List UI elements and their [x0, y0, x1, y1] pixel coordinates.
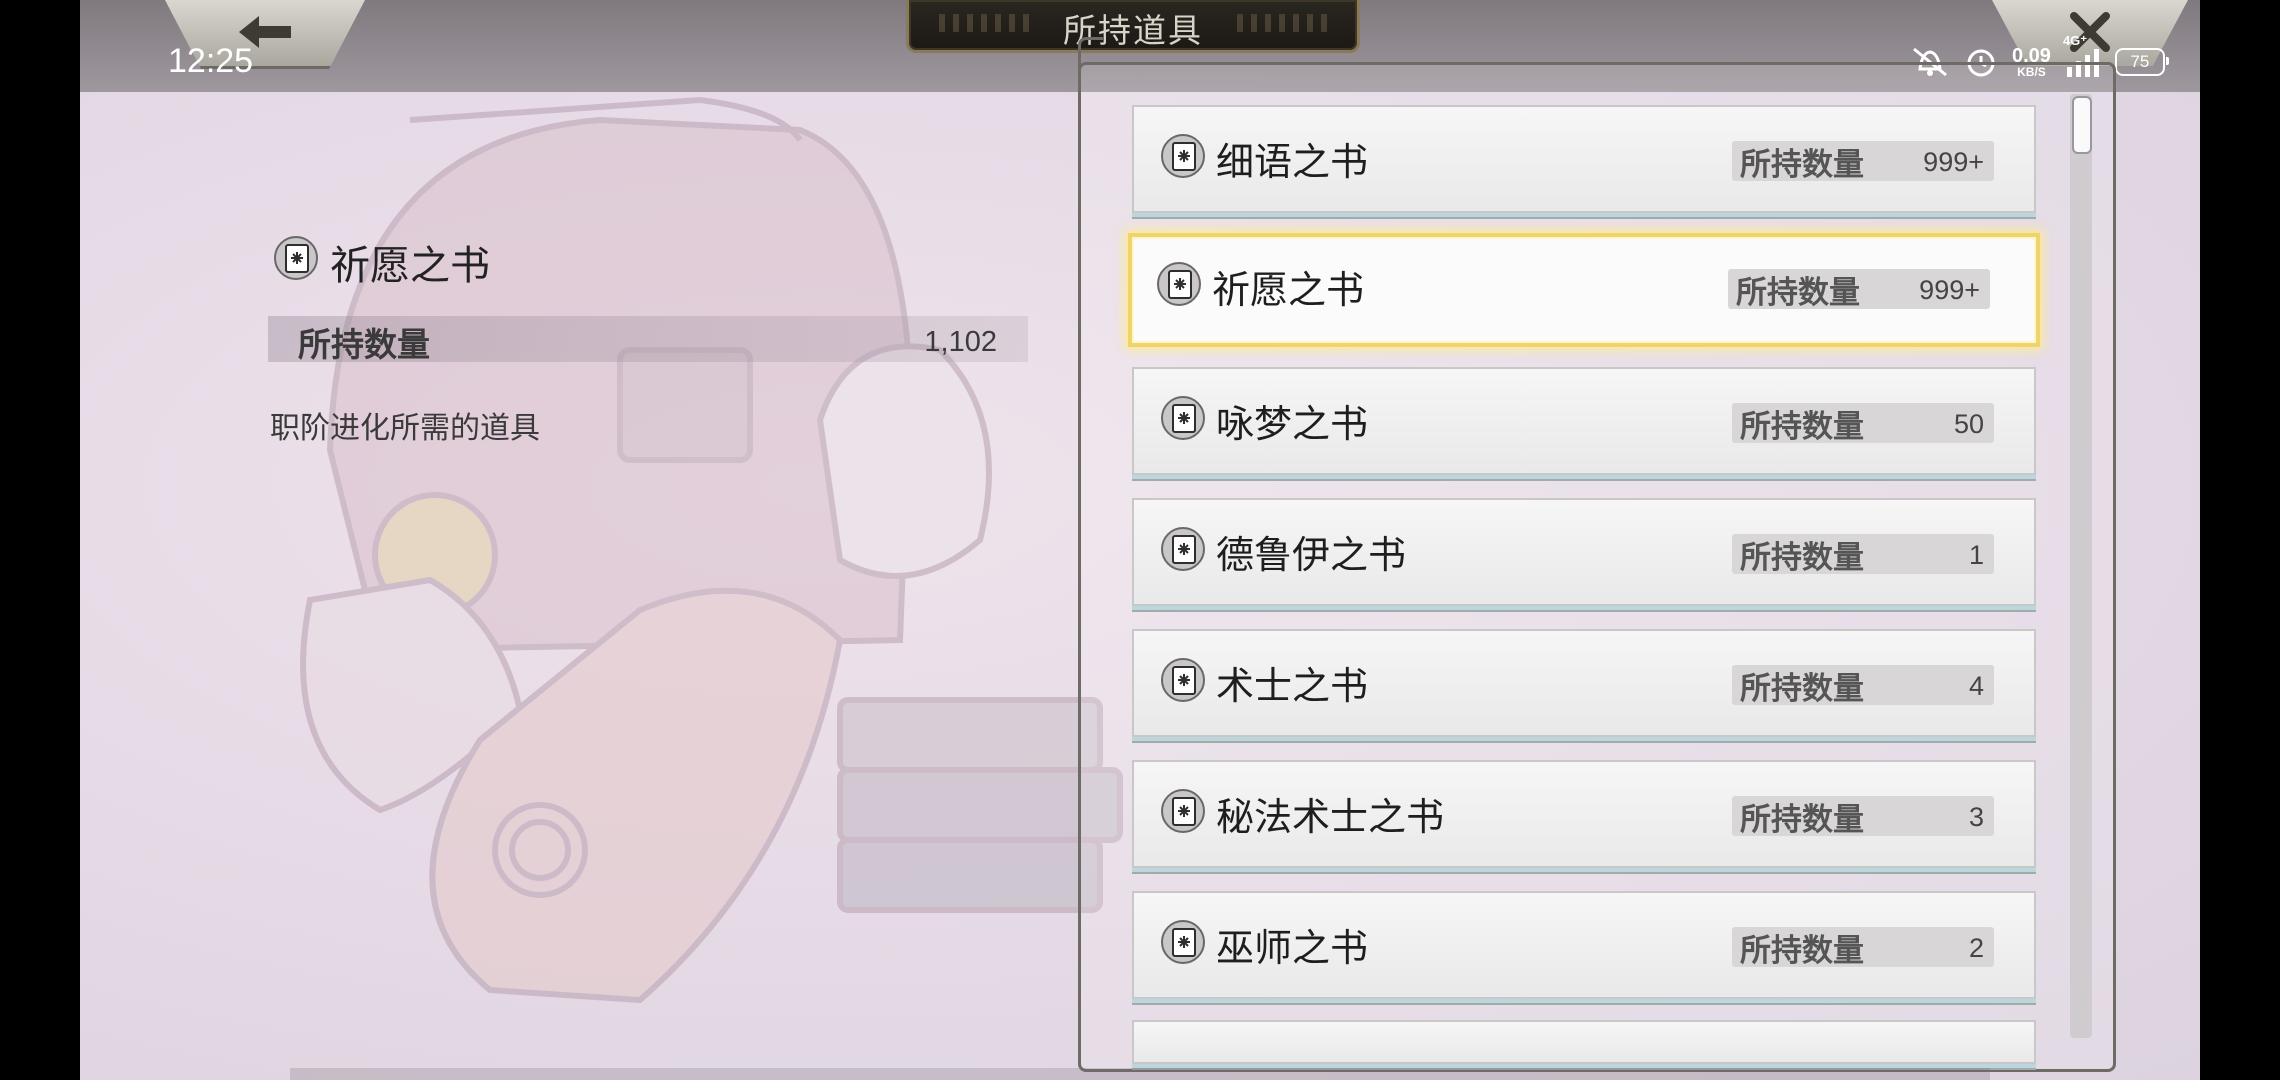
- list-item-name: 祈愿之书: [1212, 268, 1365, 312]
- list-item-quantity-value: 4: [1968, 671, 1984, 701]
- list-item-quantity-box: 所持数量 999+: [1728, 269, 1990, 311]
- list-item-quantity-label: 所持数量: [1740, 540, 1864, 576]
- letterbox-left: [0, 0, 80, 1080]
- list-item-quantity-value: 999+: [1919, 275, 1980, 305]
- signal-label: 4G⁺: [2062, 33, 2088, 48]
- list-item-quantity-label: 所持数量: [1740, 409, 1864, 445]
- list-item[interactable]: 咏梦之书 所持数量 50: [1132, 367, 2036, 475]
- detail-item-name: 祈愿之书: [330, 243, 490, 289]
- battery-indicator: 75: [2114, 48, 2169, 76]
- list-item-quantity-box: 所持数量 4: [1732, 665, 1994, 707]
- detail-quantity-value: 1,102: [924, 326, 997, 358]
- list-item-quantity-label: 所持数量: [1740, 802, 1864, 838]
- detail-description: 职阶进化所需的道具: [270, 411, 540, 446]
- book-item-icon: [1160, 657, 1206, 707]
- list-scrollbar[interactable]: [2070, 94, 2092, 1038]
- list-scrollbar-thumb[interactable]: [2072, 96, 2092, 154]
- list-item-name: 德鲁伊之书: [1216, 533, 1407, 577]
- list-item-partial[interactable]: [1132, 1020, 2036, 1064]
- list-item[interactable]: 秘法术士之书 所持数量 3: [1132, 760, 2036, 868]
- list-item[interactable]: 祈愿之书 所持数量 999+: [1128, 233, 2040, 347]
- status-time: 12:25: [168, 42, 254, 80]
- book-item-icon: [1160, 133, 1206, 183]
- list-item-name: 巫师之书: [1216, 926, 1369, 970]
- letterbox-right: [2200, 0, 2280, 1080]
- list-item-name: 秘法术士之书: [1216, 795, 1445, 839]
- list-item[interactable]: 巫师之书 所持数量 2: [1132, 891, 2036, 999]
- list-item-quantity-box: 所持数量 1: [1732, 534, 1994, 576]
- list-item[interactable]: 德鲁伊之书 所持数量 1: [1132, 498, 2036, 606]
- page-title: 所持道具: [1063, 11, 1203, 50]
- bottom-strip: [290, 1068, 1990, 1080]
- book-item-icon: [274, 236, 318, 280]
- list-item-quantity-label: 所持数量: [1740, 933, 1864, 969]
- book-item-icon: [1160, 526, 1206, 576]
- list-item[interactable]: 术士之书 所持数量 4: [1132, 629, 2036, 737]
- list-item-quantity-value: 50: [1953, 409, 1984, 439]
- list-item-name: 细语之书: [1216, 140, 1369, 184]
- detail-quantity-label: 所持数量: [298, 325, 430, 364]
- book-item-icon: [1160, 919, 1206, 969]
- list-item-quantity-value: 2: [1968, 933, 1984, 963]
- list-item-quantity-value: 999+: [1923, 147, 1984, 177]
- list-item-quantity-box: 所持数量 50: [1732, 403, 1994, 445]
- book-item-icon: [1156, 261, 1202, 311]
- list-item-quantity-label: 所持数量: [1740, 671, 1864, 707]
- list-item-name: 咏梦之书: [1216, 402, 1369, 446]
- list-item-quantity-value: 1: [1968, 540, 1984, 570]
- list-item[interactable]: 细语之书 所持数量 999+: [1132, 105, 2036, 213]
- list-item-name: 术士之书: [1216, 664, 1369, 708]
- book-item-icon: [1160, 395, 1206, 445]
- list-item-quantity-value: 3: [1968, 802, 1984, 832]
- list-item-quantity-box: 所持数量 999+: [1732, 141, 1994, 183]
- list-item-quantity-box: 所持数量 2: [1732, 927, 1994, 969]
- list-item-quantity-label: 所持数量: [1736, 275, 1860, 311]
- book-item-icon: [1160, 788, 1206, 838]
- game-screen: 所持道具 12:25 0.09 KB/S 4G⁺ 75 祈愿之书 所持数量 1,…: [80, 0, 2200, 1080]
- list-item-quantity-box: 所持数量 3: [1732, 796, 1994, 838]
- title-plate: 所持道具: [906, 0, 1360, 53]
- list-item-quantity-label: 所持数量: [1740, 147, 1864, 183]
